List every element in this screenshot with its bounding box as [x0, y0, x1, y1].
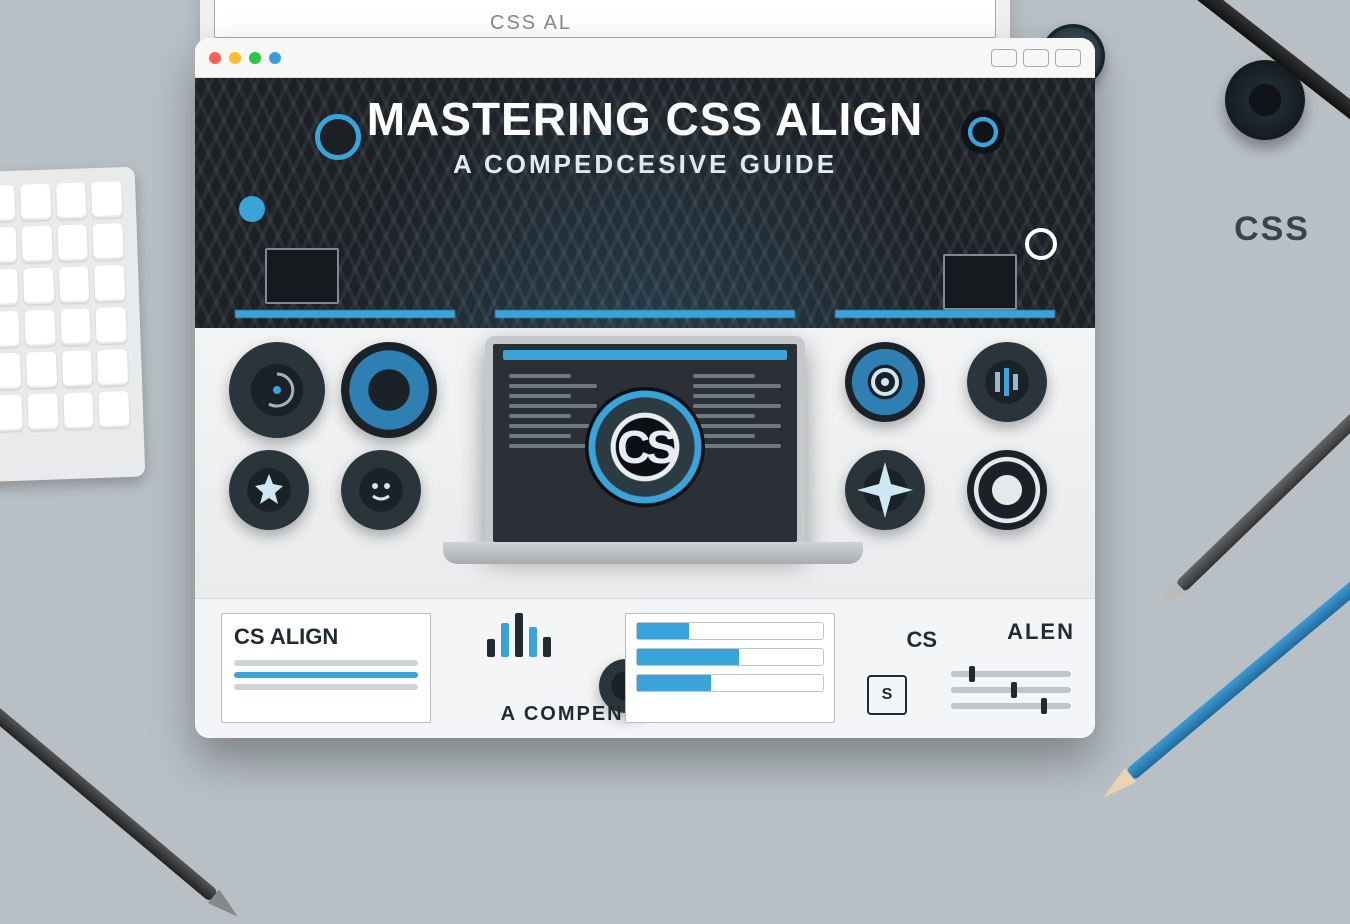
keyboard-prop	[0, 167, 145, 484]
footer-panel-right	[625, 613, 835, 723]
text-line-icon	[234, 672, 418, 678]
equalizer-icon	[487, 613, 557, 657]
face-icon	[341, 450, 421, 530]
hero-subtitle: A COMPEDCESIVE GUIDE	[453, 149, 837, 180]
pencil-blue-prop	[1125, 501, 1350, 782]
toolbar-button-1[interactable]	[991, 49, 1017, 67]
ui-card-icon	[265, 248, 339, 304]
toolbar-button-3[interactable]	[1055, 49, 1081, 67]
text-line-icon	[234, 660, 418, 666]
row-bar-icon	[636, 622, 824, 640]
laptop-illustration: CS	[485, 336, 805, 550]
cube-icon: S	[867, 675, 907, 715]
ui-card-icon	[943, 254, 1017, 310]
laptop-tabbar-icon	[503, 350, 787, 360]
footer-strip: CS ALIGN A COMPENESIVE GUIDE CS ALEN S	[195, 598, 1095, 738]
sliders-icon	[951, 661, 1071, 721]
sparkle-icon	[845, 450, 925, 530]
css-align-badge: CSS ALGN	[341, 342, 437, 438]
tablet-header-label: CSS AL	[490, 12, 572, 35]
target-ring-icon	[961, 110, 1005, 154]
text-line-icon	[234, 684, 418, 690]
code-lines-icon	[509, 374, 597, 448]
circle-accent-icon	[239, 196, 265, 222]
row-bar-icon	[636, 648, 824, 666]
accent-bar-icon	[235, 310, 455, 318]
window-zoom-icon[interactable]	[249, 52, 261, 64]
hero-banner: MASTERING CSS ALIGN A COMPEDCESIVE GUIDE	[195, 78, 1095, 328]
browser-window: MASTERING CSS ALIGN A COMPEDCESIVE GUIDE…	[195, 38, 1095, 738]
target-ring-icon	[315, 114, 361, 160]
concentric-icon	[967, 450, 1047, 530]
pen-bottom-prop	[0, 699, 219, 903]
desk-side-label: CSS	[1234, 210, 1310, 249]
cube-label: S	[882, 686, 893, 704]
cs-logo-icon: CS	[585, 387, 705, 507]
spiral-icon	[229, 342, 325, 438]
burst-icon	[229, 450, 309, 530]
window-minimize-icon[interactable]	[229, 52, 241, 64]
accent-bar-icon	[495, 310, 795, 318]
code-lines-icon	[693, 374, 781, 448]
hero-title: MASTERING CSS ALIGN	[367, 96, 924, 143]
circle-outline-icon	[1025, 228, 1057, 260]
toolbar-button-2[interactable]	[1023, 49, 1049, 67]
window-controls	[209, 52, 281, 64]
row-bar-icon	[636, 674, 824, 692]
swirl-icon	[845, 342, 925, 422]
pencil-gray-prop	[1174, 389, 1350, 594]
infographic-grid: CSS ALGN CS	[195, 328, 1095, 598]
window-extra-icon[interactable]	[269, 52, 281, 64]
accent-bar-icon	[835, 310, 1055, 318]
footer-panel-title: CS ALIGN	[222, 614, 430, 654]
footer-align-label: ALEN	[1007, 619, 1075, 645]
footer-panel-left: CS ALIGN	[221, 613, 431, 723]
cs-logo-label: CS	[617, 420, 673, 474]
footer-cs-label: CS	[906, 627, 937, 653]
window-titlebar	[195, 38, 1095, 78]
columns-icon	[967, 342, 1047, 422]
window-close-icon[interactable]	[209, 52, 221, 64]
